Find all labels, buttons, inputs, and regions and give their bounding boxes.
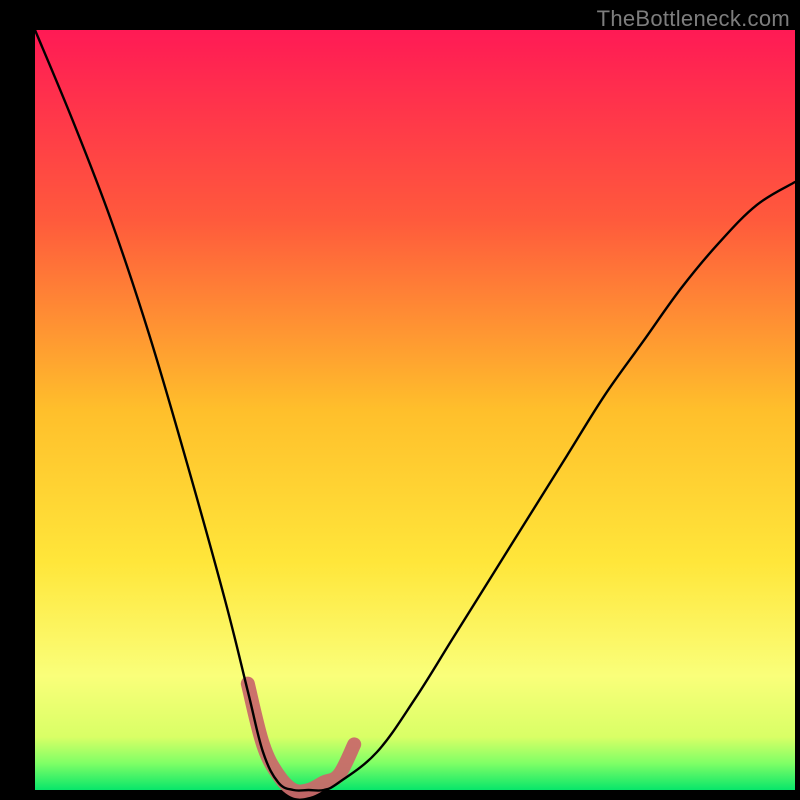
bottleneck-chart	[0, 0, 800, 800]
watermark-text: TheBottleneck.com	[597, 6, 790, 32]
chart-background-gradient	[35, 30, 795, 790]
chart-stage: TheBottleneck.com	[0, 0, 800, 800]
